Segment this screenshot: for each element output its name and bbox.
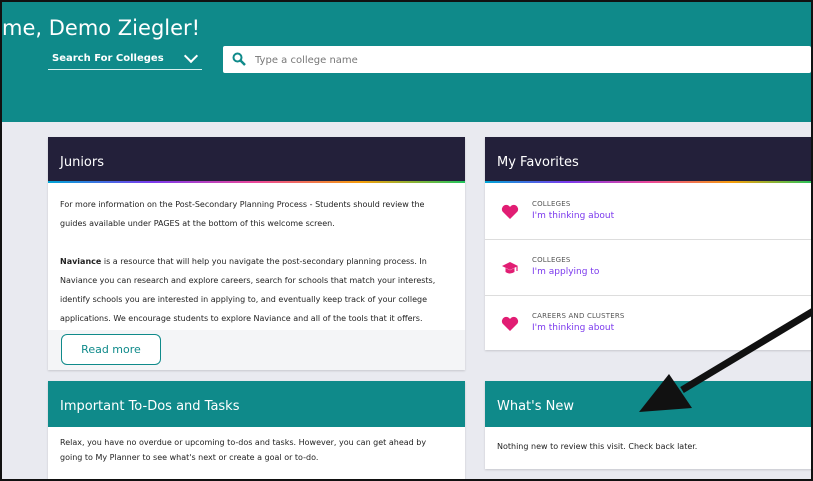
favorite-item-colleges-applying[interactable]: COLLEGES I'm applying to — [485, 240, 811, 296]
juniors-body: For more information on the Post-Seconda… — [60, 195, 448, 328]
heart-icon — [501, 316, 519, 331]
todos-card-header: Important To-Dos and Tasks — [48, 381, 465, 427]
favorite-item-colleges-thinking[interactable]: COLLEGES I'm thinking about — [485, 184, 811, 240]
page-header: me, Demo Ziegler! Search For Colleges — [2, 2, 811, 122]
favorite-item-careers-thinking[interactable]: CAREERS AND CLUSTERS I'm thinking about — [485, 296, 811, 350]
heart-icon — [501, 204, 519, 219]
favorite-link[interactable]: I'm applying to — [532, 267, 599, 277]
juniors-paragraph-2: Naviance is a resource that will help yo… — [60, 252, 448, 328]
read-more-button[interactable]: Read more — [61, 334, 161, 365]
favorites-title: My Favorites — [497, 155, 579, 170]
favorite-link[interactable]: I'm thinking about — [532, 211, 614, 221]
color-stripe — [485, 181, 811, 183]
read-more-area: Read more — [48, 330, 465, 370]
whats-new-card: What's New Nothing new to review this vi… — [485, 381, 811, 469]
favorites-card-header: My Favorites — [485, 137, 811, 183]
college-search-box[interactable] — [223, 46, 811, 73]
whats-new-title: What's New — [497, 399, 574, 414]
favorite-link[interactable]: I'm thinking about — [532, 323, 614, 333]
juniors-card: Juniors For more information on the Post… — [48, 137, 465, 370]
search-type-label: Search For Colleges — [52, 53, 164, 64]
favorite-category: COLLEGES — [532, 200, 571, 208]
naviance-brand: Naviance — [60, 257, 102, 266]
juniors-card-header: Juniors — [48, 137, 465, 183]
search-icon — [232, 52, 246, 66]
juniors-paragraph-2-text: is a resource that will help you navigat… — [60, 257, 436, 323]
todos-title: Important To-Dos and Tasks — [60, 399, 240, 414]
color-stripe — [48, 181, 465, 183]
welcome-title: me, Demo Ziegler! — [2, 16, 201, 40]
my-favorites-card: My Favorites COLLEGES I'm thinking about… — [485, 137, 811, 350]
favorite-category: COLLEGES — [532, 256, 571, 264]
juniors-paragraph-1: For more information on the Post-Seconda… — [60, 200, 425, 228]
search-type-select[interactable]: Search For Colleges — [48, 47, 202, 70]
juniors-title: Juniors — [60, 155, 104, 170]
whats-new-card-header: What's New — [485, 381, 811, 427]
browser-frame: me, Demo Ziegler! Search For Colleges Ju… — [0, 0, 813, 481]
graduation-cap-icon — [502, 262, 518, 274]
todos-body: Relax, you have no overdue or upcoming t… — [60, 438, 427, 462]
todos-card: Important To-Dos and Tasks Relax, you ha… — [48, 381, 465, 479]
chevron-down-icon — [183, 48, 199, 64]
favorite-category: CAREERS AND CLUSTERS — [532, 312, 625, 320]
college-search-input[interactable] — [253, 50, 797, 70]
whats-new-body: Nothing new to review this visit. Check … — [497, 442, 698, 451]
